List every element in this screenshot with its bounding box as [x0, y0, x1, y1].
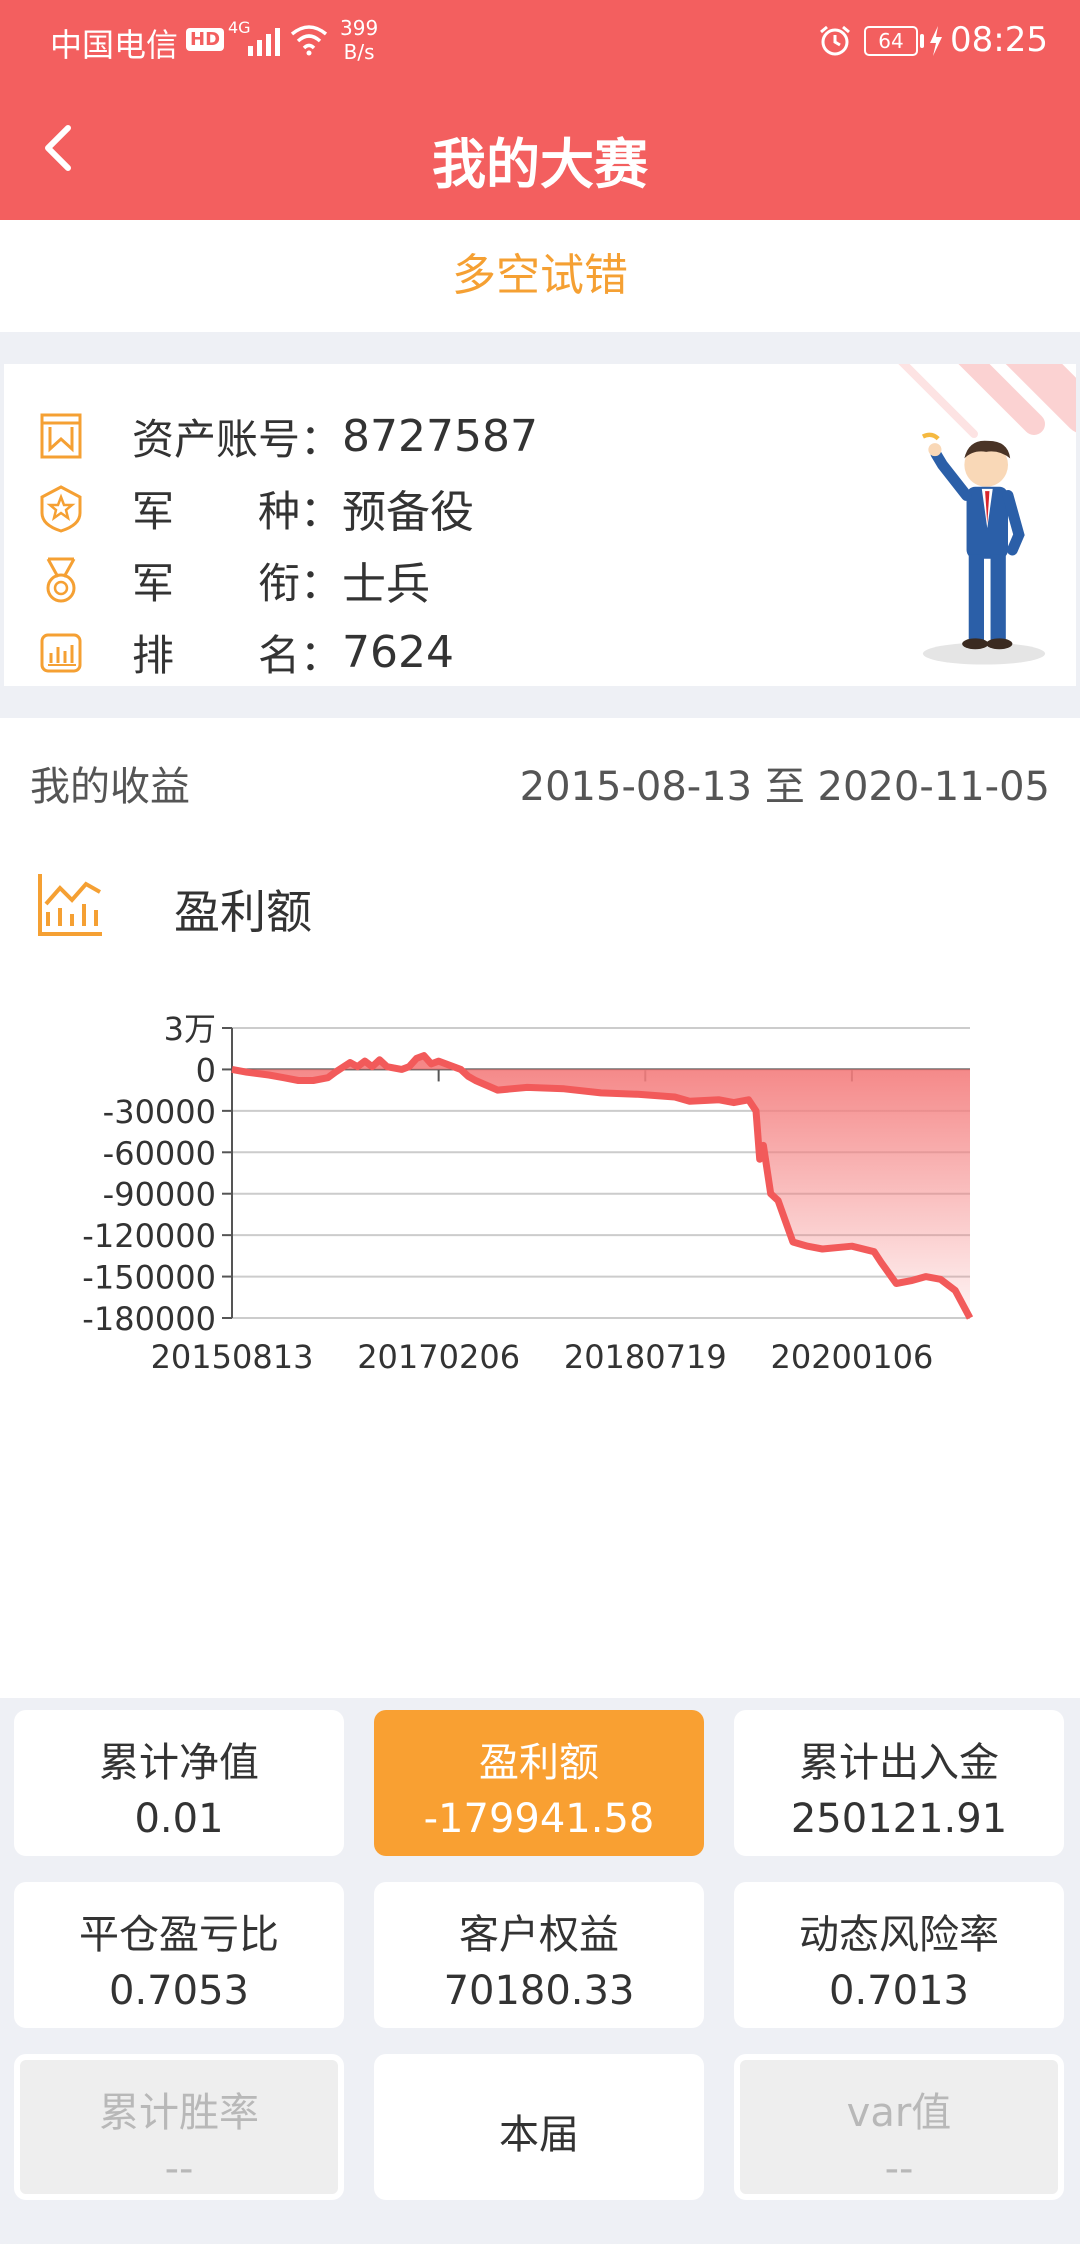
- stat-card-win-rate: 累计胜率 --: [14, 2054, 344, 2200]
- stat-value: -179941.58: [423, 1796, 655, 1842]
- status-bar: 中国电信 HD 4G 399 B/s 64 08:25: [0, 0, 1080, 86]
- y-tick-label: -30000: [103, 1093, 216, 1131]
- wifi-icon: [290, 25, 328, 56]
- alarm-icon: [820, 25, 850, 56]
- y-tick-label: -120000: [82, 1217, 216, 1255]
- stat-title: 客户权益: [459, 1912, 619, 1958]
- branch-value: 预备役: [342, 487, 475, 538]
- date-range: 2015-08-13 至 2020-11-05: [519, 764, 1050, 810]
- stat-card-risk-rate[interactable]: 动态风险率 0.7013: [734, 1882, 1064, 2028]
- stat-card-cumulative-nav[interactable]: 累计净值 0.01: [14, 1710, 344, 1856]
- carrier-name: 中国电信: [50, 26, 179, 64]
- y-tick-label: 3万: [164, 1010, 216, 1048]
- stat-title: 平仓盈亏比: [79, 1912, 279, 1958]
- stat-value: --: [884, 2146, 914, 2192]
- battery-icon: 64: [864, 26, 918, 56]
- speed-value: 399: [340, 16, 379, 40]
- stat-title: 累计净值: [99, 1740, 259, 1786]
- star-shield-icon: [40, 485, 82, 533]
- page-title: 我的大赛: [432, 133, 648, 196]
- stat-value: --: [164, 2146, 194, 2192]
- account-number-row: 资产账号： 8727587: [38, 406, 538, 466]
- stat-title: 本届: [499, 2112, 579, 2158]
- ranking-value: 7624: [342, 626, 454, 678]
- branch-label: 军 种：: [132, 486, 343, 536]
- rank-title-row: 军 衔： 士兵: [38, 550, 430, 610]
- y-tick-label: -180000: [82, 1300, 216, 1338]
- y-tick-label: 0: [196, 1051, 216, 1089]
- charging-icon: [930, 26, 942, 56]
- medal-icon: [46, 557, 76, 603]
- x-tick-label: 20150813: [151, 1338, 314, 1376]
- stat-title: 盈利额: [479, 1740, 599, 1786]
- signal-icon: [248, 28, 280, 56]
- stat-value: 0.7013: [829, 1968, 969, 2014]
- hd-badge: HD: [186, 28, 225, 51]
- ranking-row: 排 名： 7624: [38, 622, 454, 682]
- earnings-section: 我的收益 2015-08-13 至 2020-11-05 盈利额 3万 0 -300…: [0, 718, 1080, 1698]
- account-number-value: 8727587: [342, 410, 538, 462]
- bar-chart-icon: [40, 633, 82, 673]
- stat-card-profit[interactable]: 盈利额 -179941.58: [374, 1710, 704, 1856]
- chart-title: 盈利额: [174, 885, 312, 939]
- stat-value: 70180.33: [443, 1968, 635, 2014]
- stat-card-var: var值 --: [734, 2054, 1064, 2200]
- stat-title: 累计出入金: [799, 1740, 999, 1786]
- ranking-label: 排 名：: [132, 630, 343, 680]
- profit-chart: 3万0 -30000-60000 -90000-120000 -150000-1800…: [82, 1010, 974, 1376]
- y-tick-label: -90000: [103, 1176, 216, 1214]
- x-tick-label: 20180719: [564, 1338, 727, 1376]
- clock: 08:25: [950, 20, 1048, 60]
- bookmark-icon: [40, 413, 82, 459]
- x-tick-label: 20200106: [770, 1338, 933, 1376]
- stat-value: 0.01: [134, 1796, 224, 1842]
- businessman-illustration: [921, 432, 1046, 665]
- stat-card-close-pnl-ratio[interactable]: 平仓盈亏比 0.7053: [14, 1882, 344, 2028]
- stat-value: 0.7053: [109, 1968, 249, 2014]
- earnings-label: 我的收益: [30, 764, 190, 810]
- x-tick-label: 20170206: [357, 1338, 520, 1376]
- rank-title-label: 军 衔：: [132, 558, 343, 608]
- account-number-label: 资产账号：: [132, 414, 343, 464]
- speed-unit: B/s: [343, 40, 375, 64]
- battery-tip: [920, 34, 924, 48]
- y-tick-label: -60000: [103, 1134, 216, 1172]
- account-info-card: 资产账号： 8727587 军 种： 预备役 军 衔： 士兵 排 名： 7624: [4, 364, 1076, 686]
- stat-card-net-deposit[interactable]: 累计出入金 250121.91: [734, 1710, 1064, 1856]
- stat-card-equity[interactable]: 客户权益 70180.33: [374, 1882, 704, 2028]
- rank-title-value: 士兵: [342, 559, 431, 610]
- competition-name: 多空试错: [0, 220, 1080, 332]
- trend-chart-icon: [38, 874, 102, 936]
- network-speed: 399 B/s: [340, 16, 378, 64]
- stat-title: 累计胜率: [99, 2090, 259, 2136]
- stat-value: 250121.91: [790, 1796, 1008, 1842]
- app-bar: 我的大赛: [0, 86, 1080, 220]
- stat-card-current-session[interactable]: 本届: [374, 2054, 704, 2200]
- stat-title: var值: [846, 2090, 952, 2136]
- y-tick-label: -150000: [82, 1259, 216, 1297]
- stat-title: 动态风险率: [799, 1912, 999, 1958]
- branch-row: 军 种： 预备役: [38, 478, 474, 538]
